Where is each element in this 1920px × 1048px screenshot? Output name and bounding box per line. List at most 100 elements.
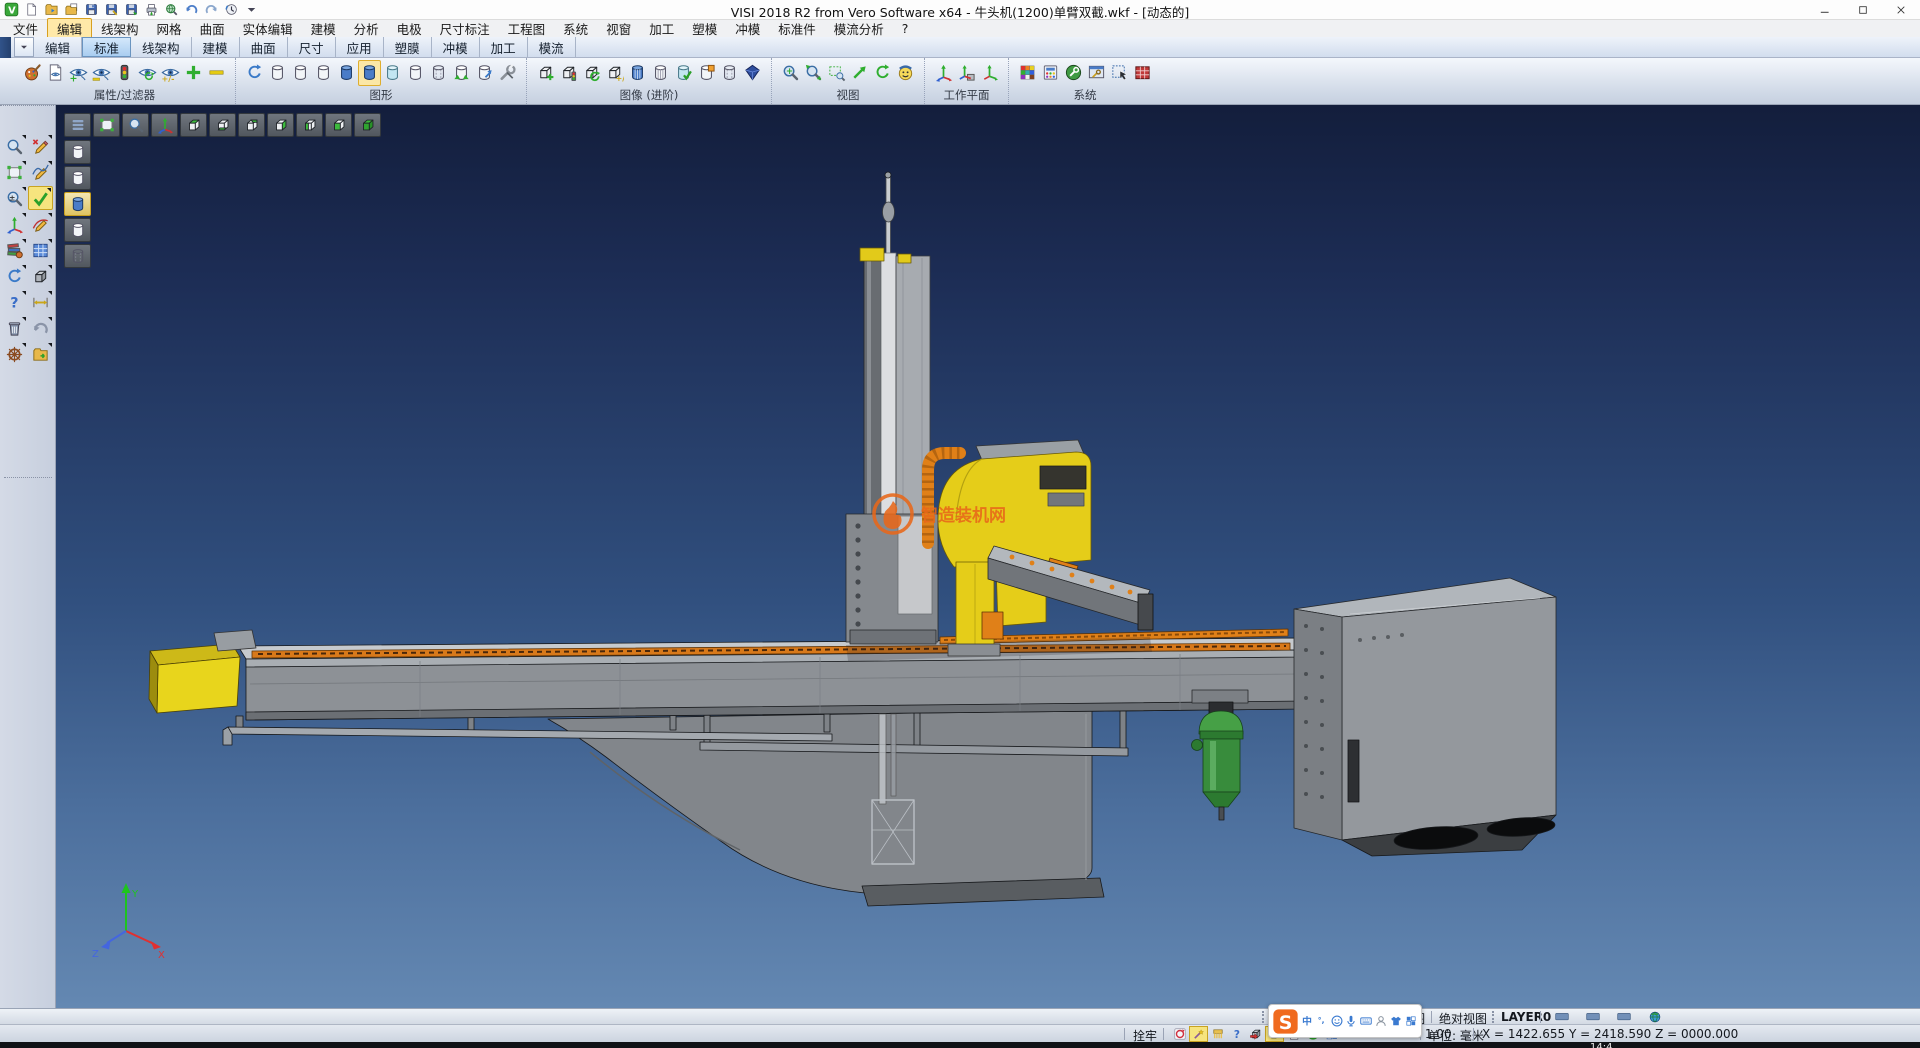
wireframe2-view-icon[interactable]: [718, 60, 741, 86]
menu-item[interactable]: ?: [893, 21, 918, 36]
save-icon[interactable]: [83, 1, 100, 18]
view-top-icon[interactable]: [180, 113, 207, 137]
open-file-icon[interactable]: [43, 1, 60, 18]
save-as-icon[interactable]: [103, 1, 120, 18]
history-icon[interactable]: [223, 1, 240, 18]
workplane-entity-icon[interactable]: [955, 60, 978, 86]
shaded-edges-view-icon[interactable]: [358, 60, 381, 86]
qat-dropdown-icon[interactable]: [243, 1, 260, 18]
menu-item[interactable]: 工程图: [499, 19, 555, 38]
toolbar-tab[interactable]: 线架构: [131, 37, 192, 57]
hide-remove-icon[interactable]: [90, 60, 113, 86]
toolbar-tab[interactable]: 编辑: [34, 37, 82, 57]
window-settings-icon[interactable]: [1085, 60, 1108, 86]
menu-item[interactable]: 标准件: [769, 19, 825, 38]
workplane-rotate-icon[interactable]: [978, 60, 1001, 86]
ime-grid-icon[interactable]: [1403, 1012, 1418, 1030]
maximize-button[interactable]: [1844, 0, 1882, 19]
view-config-2[interactable]: [1577, 1009, 1608, 1025]
show-add-icon[interactable]: +: [67, 60, 90, 86]
menu-item[interactable]: 曲面: [191, 19, 234, 38]
selection-settings-icon[interactable]: [1108, 60, 1131, 86]
system-settings-icon[interactable]: [1062, 60, 1085, 86]
ime-tone-icon[interactable]: °,: [1314, 1012, 1329, 1030]
ime-smiley-icon[interactable]: [1329, 1012, 1344, 1030]
view-iso-icon[interactable]: [354, 113, 381, 137]
attribute-paint-icon[interactable]: [21, 60, 44, 86]
filter-traffic-light-icon[interactable]: [113, 60, 136, 86]
snap-rotate-icon[interactable]: [1170, 1026, 1189, 1042]
view-fit-icon[interactable]: [93, 113, 120, 137]
menu-item[interactable]: 塑模: [683, 19, 726, 38]
snap-comb-icon[interactable]: [1208, 1026, 1227, 1042]
mesh-view-icon[interactable]: [427, 60, 450, 86]
render-export-icon[interactable]: [473, 60, 496, 86]
menu-item[interactable]: 电极: [388, 19, 431, 38]
delete-icon[interactable]: [2, 316, 27, 340]
advanced-add-icon[interactable]: [534, 60, 557, 86]
validated-view-icon[interactable]: [672, 60, 695, 86]
dashed-view-icon[interactable]: [312, 60, 335, 86]
zoom-window2-icon[interactable]: [2, 160, 27, 184]
minimize-button[interactable]: [1806, 0, 1844, 19]
save-all-icon[interactable]: [123, 1, 140, 18]
transparent-view-icon[interactable]: [381, 60, 404, 86]
ime-keyboard-icon[interactable]: [1359, 1012, 1374, 1030]
toolbar-tab[interactable]: 模流: [528, 37, 576, 57]
view-right-icon[interactable]: [267, 113, 294, 137]
toolbar-dropdown[interactable]: [14, 37, 34, 57]
status-layer[interactable]: LAYER0: [1501, 1010, 1551, 1024]
flat-view-icon[interactable]: [404, 60, 427, 86]
view-bottom-icon[interactable]: [209, 113, 236, 137]
zoom-plus-minus-icon[interactable]: ±: [2, 186, 27, 210]
menu-item[interactable]: 文件: [4, 19, 47, 38]
erase-icon[interactable]: [28, 134, 53, 158]
view-config-1[interactable]: [1546, 1009, 1577, 1025]
perspective-icon[interactable]: [894, 60, 917, 86]
navigation-wheel-icon[interactable]: [2, 342, 27, 366]
new-file-icon[interactable]: [23, 1, 40, 18]
menu-item[interactable]: 网格: [148, 19, 191, 38]
workplane-icon[interactable]: [2, 212, 27, 236]
help-icon[interactable]: ?: [2, 290, 27, 314]
attribute-books-icon[interactable]: [2, 238, 27, 262]
sketch-spline-icon[interactable]: [28, 160, 53, 184]
wireframe-view-icon[interactable]: [266, 60, 289, 86]
status-help-icon[interactable]: ?: [1227, 1026, 1246, 1042]
menu-item[interactable]: 建模: [302, 19, 345, 38]
pan-icon[interactable]: [848, 60, 871, 86]
ime-skin-icon[interactable]: [1388, 1012, 1403, 1030]
attribute-page-icon[interactable]: [44, 60, 67, 86]
redraw-icon[interactable]: [243, 60, 266, 86]
show-all-icon[interactable]: [182, 60, 205, 86]
advanced-refresh-icon[interactable]: [580, 60, 603, 86]
display-hidden-icon[interactable]: [64, 166, 91, 190]
striped-view-icon[interactable]: [649, 60, 672, 86]
view-axes-icon[interactable]: [151, 113, 178, 137]
confirm-icon[interactable]: [28, 186, 53, 210]
toolbar-tab[interactable]: 塑膜: [384, 37, 432, 57]
toolbar-tab[interactable]: 曲面: [240, 37, 288, 57]
display-wireframe-icon[interactable]: [64, 140, 91, 164]
hide-all-icon[interactable]: [205, 60, 228, 86]
ime-person-icon[interactable]: [1374, 1012, 1389, 1030]
toolbar-tab[interactable]: 应用: [336, 37, 384, 57]
zoom-dynamic-icon[interactable]: [2, 134, 27, 158]
measure-icon[interactable]: [28, 290, 53, 314]
view-back-icon[interactable]: [238, 113, 265, 137]
menu-item[interactable]: 尺寸标注: [431, 19, 499, 38]
view-config-3[interactable]: [1608, 1009, 1639, 1025]
view-front-icon[interactable]: [325, 113, 352, 137]
toolbar-tab[interactable]: 尺寸: [288, 37, 336, 57]
viewport-3d[interactable]: Y X Z 智造装机网: [56, 105, 1920, 1008]
regenerate-icon[interactable]: [2, 264, 27, 288]
render-settings-icon[interactable]: [496, 60, 519, 86]
menu-item[interactable]: 冲模: [726, 19, 769, 38]
view-zoom-icon[interactable]: [122, 113, 149, 137]
print-icon[interactable]: [143, 1, 160, 18]
sogou-logo[interactable]: S: [1272, 1012, 1300, 1030]
visibility-plus-minus-icon[interactable]: +/-: [159, 60, 182, 86]
preview-icon[interactable]: [163, 1, 180, 18]
zoom-in-icon[interactable]: +: [779, 60, 802, 86]
advanced-filter-icon[interactable]: [557, 60, 580, 86]
